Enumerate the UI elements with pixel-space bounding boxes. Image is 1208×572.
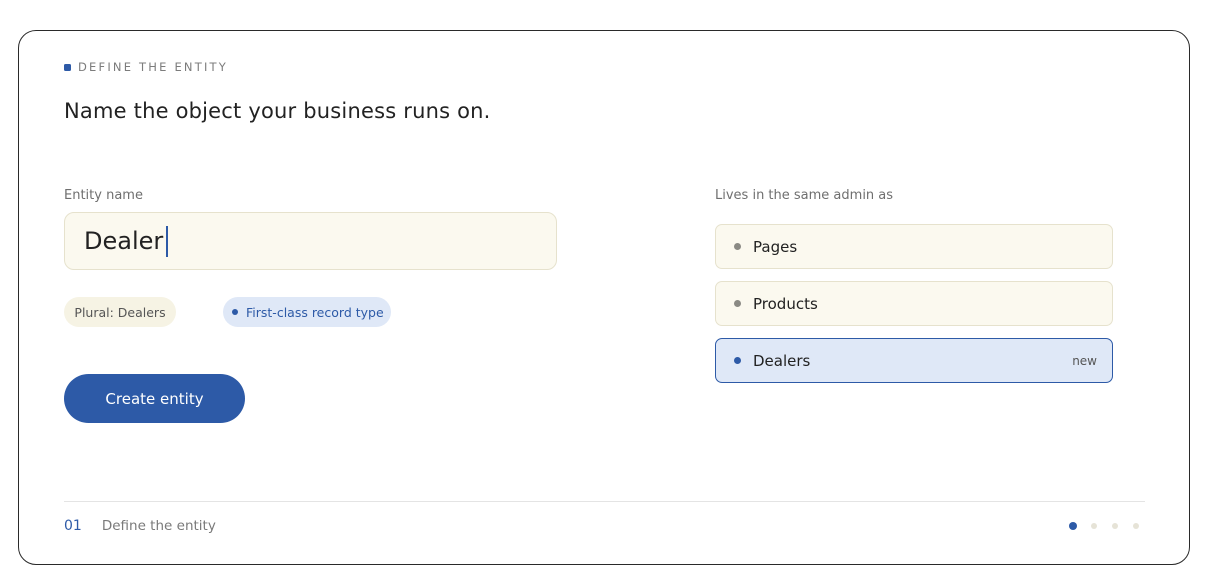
square-bullet-icon [64, 63, 71, 71]
new-badge: new [1072, 353, 1097, 368]
admin-item-label: Dealers [753, 351, 811, 370]
plural-chip: Plural: Dealers [64, 297, 176, 327]
step-indicator: 01 Define the entity [64, 518, 216, 534]
entity-name-input[interactable]: Dealer [64, 212, 557, 270]
admin-list-label: Lives in the same admin as [715, 188, 894, 203]
step-dot-2[interactable] [1091, 523, 1097, 529]
eyebrow-text: DEFINE THE ENTITY [78, 60, 228, 74]
dot-icon [232, 309, 238, 315]
step-number: 01 [64, 518, 82, 534]
step-dot-4[interactable] [1133, 523, 1139, 529]
entity-name-value: Dealer [84, 227, 164, 255]
step-dot-1[interactable] [1069, 522, 1077, 530]
admin-item-dealers[interactable]: Dealers new [715, 338, 1113, 383]
wizard-card: DEFINE THE ENTITY Name the object your b… [18, 30, 1190, 565]
admin-item-label: Products [753, 294, 818, 313]
record-type-chip: First-class record type [223, 297, 391, 327]
footer-divider [64, 501, 1145, 502]
step-dot-3[interactable] [1112, 523, 1118, 529]
create-entity-button[interactable]: Create entity [64, 374, 245, 423]
page-title: Name the object your business runs on. [64, 99, 491, 123]
entity-name-label: Entity name [64, 188, 143, 203]
record-type-chip-label: First-class record type [246, 304, 384, 320]
step-name: Define the entity [101, 518, 216, 534]
step-dots [1069, 522, 1154, 530]
text-caret [166, 225, 169, 257]
dot-icon [734, 300, 741, 307]
admin-item-label: Pages [753, 237, 798, 256]
dot-icon [734, 243, 741, 250]
dot-icon [734, 357, 741, 364]
plural-chip-label: Plural: Dealers [74, 304, 166, 320]
section-eyebrow: DEFINE THE ENTITY [64, 60, 228, 74]
admin-item-pages[interactable]: Pages [715, 224, 1113, 269]
admin-item-products[interactable]: Products [715, 281, 1113, 326]
